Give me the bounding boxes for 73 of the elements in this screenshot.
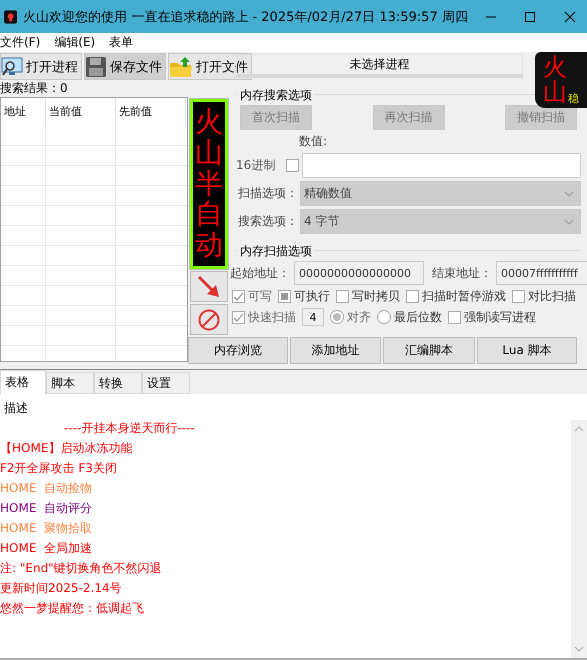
value-field[interactable] [302,153,581,178]
description-line: HOME 自动捡物 [0,480,92,497]
description-line: 更新时间2025-2.14号 [0,580,122,597]
menu-item[interactable]: 表单 [109,34,134,51]
arrow-icon [197,274,221,298]
checkbox[interactable] [286,159,300,172]
side-button[interactable] [190,304,228,335]
checkbox-option[interactable]: 对比扫描 [512,288,576,305]
description-line: 【HOME】启动冰冻功能 [0,440,132,457]
checkbox[interactable] [406,290,419,303]
dropdown[interactable]: 4 字节 [300,209,581,234]
description-line: HOME 全局加速 [0,540,92,557]
select-label: 搜索选项： [238,213,298,230]
logo-subtitle: 稳 [568,92,579,105]
menu-item[interactable]: 编辑(E) [54,34,96,51]
select-label: 扫描选项： [238,185,298,202]
banner-text: 火山半自动 [195,107,223,261]
scroll-up-icon [574,426,584,432]
action-button[interactable]: Lua 脚本 [477,337,577,364]
toolbar-button[interactable]: 打开进程 [0,53,82,80]
end-address-field[interactable]: 00007fffffffffff [496,261,587,285]
column-header: 地址 [1,98,46,126]
tab[interactable]: 转换 [94,372,142,394]
checkbox-option[interactable]: 强制读写进程 [448,308,536,326]
description-line: HOME 聚物拾取 [0,520,92,537]
chevron-down-icon [564,190,574,196]
maximize-icon [524,10,536,22]
checkbox-option[interactable]: 可执行 [278,288,330,305]
end-address-label: 结束地址： [432,264,492,282]
action-button[interactable]: 汇编脚本 [383,337,475,364]
checkbox[interactable] [512,290,525,303]
scroll-down-icon [574,646,584,652]
forbidden-icon [197,308,221,332]
monitor-icon [1,56,23,78]
menu-item[interactable]: 文件(F) [0,34,40,51]
action-button[interactable]: 内存浏览 [188,337,288,364]
chevron-down-icon [564,218,574,224]
checkbox[interactable] [448,310,461,324]
description-line: HOME 自动评分 [0,500,92,517]
checkbox-option[interactable]: 写时拷贝 [336,288,400,305]
window-title: 火山欢迎您的使用 一直在追求稳的路上 - 2025年/02月/27日 13:59:57 周四 [23,8,468,26]
toolbar-button[interactable]: 打开文件 [168,53,252,80]
group-title: 内存扫描选项 [238,243,314,260]
description-line: F2开全屏攻击 F3关闭 [0,460,117,477]
radio-button[interactable] [377,310,391,324]
folder-upload-icon [169,56,193,78]
alignment-field[interactable]: 4 [302,308,324,326]
radio-option[interactable]: 最后位数 [377,308,442,326]
description-line: 注: "End"键切换角色不然闪退 [0,560,162,577]
description-line: ----开挂本身逆天而行---- [63,420,195,437]
value-label: 数值: [299,133,328,150]
search-result-count: 搜索结果：0 [0,80,69,97]
app-icon [4,8,18,26]
checkbox[interactable] [336,290,349,303]
start-address-label: 起始地址： [230,264,290,282]
description-header: 描述 [3,400,29,417]
description-line: 悠然一梦提醒您：低调起飞 [0,600,144,617]
column-header: 先前值 [116,98,186,126]
start-address-field[interactable]: 0000000000000000 [294,261,424,285]
dropdown[interactable]: 精确数值 [300,181,581,206]
group-title: 内存搜索选项 [238,87,314,104]
checkbox-option[interactable]: 扫描时暂停游戏 [406,288,506,305]
hex-label: 16进制 [236,157,276,174]
action-button[interactable]: 添加地址 [290,337,381,364]
checkbox[interactable] [278,290,291,303]
side-button[interactable] [190,271,228,302]
tab[interactable]: 脚本 [46,372,94,394]
column-header: 当前值 [46,98,116,126]
logo-text: 火山 [543,54,567,105]
tab[interactable]: 表格 [0,370,46,394]
tab[interactable]: 设置 [142,372,190,394]
toolbar-button[interactable]: 保存文件 [84,53,166,80]
close-icon [564,10,576,22]
